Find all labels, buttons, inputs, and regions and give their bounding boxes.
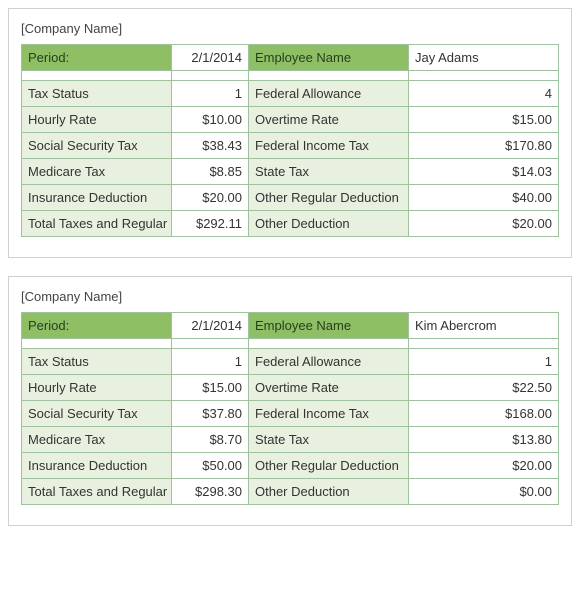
row-label-left: Insurance Deduction xyxy=(22,453,172,479)
table-row: Insurance Deduction$20.00Other Regular D… xyxy=(22,185,559,211)
row-value-left: $38.43 xyxy=(172,133,249,159)
row-label-left: Hourly Rate xyxy=(22,375,172,401)
row-value-left: $8.70 xyxy=(172,427,249,453)
row-value-right: $20.00 xyxy=(409,211,559,237)
table-row: Insurance Deduction$50.00Other Regular D… xyxy=(22,453,559,479)
row-label-right: Other Regular Deduction xyxy=(249,185,409,211)
row-label-left: Insurance Deduction xyxy=(22,185,172,211)
table-row: Medicare Tax$8.85State Tax$14.03 xyxy=(22,159,559,185)
period-value: 2/1/2014 xyxy=(172,45,249,71)
row-label-left: Total Taxes and Regular xyxy=(22,211,172,237)
row-value-right: 4 xyxy=(409,81,559,107)
row-value-right: $0.00 xyxy=(409,479,559,505)
row-label-right: State Tax xyxy=(249,159,409,185)
paystub-card: [Company Name] Period:2/1/2014Employee Na… xyxy=(8,276,572,526)
table-row: Total Taxes and Regular$298.30Other Dedu… xyxy=(22,479,559,505)
header-row: Period:2/1/2014Employee NameKim Abercrom xyxy=(22,313,559,339)
row-label-right: Federal Allowance xyxy=(249,349,409,375)
table-row: Tax Status1Federal Allowance1 xyxy=(22,349,559,375)
row-value-left: 1 xyxy=(172,349,249,375)
row-value-right: $14.03 xyxy=(409,159,559,185)
table-row: Social Security Tax$38.43Federal Income … xyxy=(22,133,559,159)
employee-value: Jay Adams xyxy=(409,45,559,71)
row-label-right: Federal Income Tax xyxy=(249,401,409,427)
row-label-left: Tax Status xyxy=(22,81,172,107)
company-name: [Company Name] xyxy=(21,21,559,36)
row-label-left: Social Security Tax xyxy=(22,133,172,159)
row-label-right: Other Deduction xyxy=(249,211,409,237)
row-value-left: $10.00 xyxy=(172,107,249,133)
row-value-right: 1 xyxy=(409,349,559,375)
table-row: Total Taxes and Regular$292.11Other Dedu… xyxy=(22,211,559,237)
row-label-right: State Tax xyxy=(249,427,409,453)
spacer-row xyxy=(22,339,559,349)
period-label: Period: xyxy=(22,45,172,71)
row-value-right: $40.00 xyxy=(409,185,559,211)
row-label-left: Hourly Rate xyxy=(22,107,172,133)
row-value-right: $170.80 xyxy=(409,133,559,159)
row-label-left: Total Taxes and Regular xyxy=(22,479,172,505)
table-row: Hourly Rate$10.00Overtime Rate$15.00 xyxy=(22,107,559,133)
row-label-left: Medicare Tax xyxy=(22,427,172,453)
row-value-right: $13.80 xyxy=(409,427,559,453)
row-label-right: Overtime Rate xyxy=(249,375,409,401)
employee-label: Employee Name xyxy=(249,313,409,339)
row-value-left: $37.80 xyxy=(172,401,249,427)
row-value-right: $20.00 xyxy=(409,453,559,479)
row-value-left: $292.11 xyxy=(172,211,249,237)
row-label-left: Tax Status xyxy=(22,349,172,375)
row-value-left: $8.85 xyxy=(172,159,249,185)
row-label-left: Medicare Tax xyxy=(22,159,172,185)
company-name: [Company Name] xyxy=(21,289,559,304)
row-value-right: $15.00 xyxy=(409,107,559,133)
row-label-right: Other Regular Deduction xyxy=(249,453,409,479)
row-value-right: $22.50 xyxy=(409,375,559,401)
employee-label: Employee Name xyxy=(249,45,409,71)
row-label-right: Other Deduction xyxy=(249,479,409,505)
employee-value: Kim Abercrom xyxy=(409,313,559,339)
row-value-left: $20.00 xyxy=(172,185,249,211)
spacer-row xyxy=(22,71,559,81)
paystub-table: Period:2/1/2014Employee NameKim Abercrom… xyxy=(21,312,559,505)
row-label-right: Federal Allowance xyxy=(249,81,409,107)
table-row: Tax Status1Federal Allowance4 xyxy=(22,81,559,107)
row-label-left: Social Security Tax xyxy=(22,401,172,427)
table-row: Social Security Tax$37.80Federal Income … xyxy=(22,401,559,427)
row-value-left: $298.30 xyxy=(172,479,249,505)
row-value-left: $50.00 xyxy=(172,453,249,479)
period-label: Period: xyxy=(22,313,172,339)
row-label-right: Overtime Rate xyxy=(249,107,409,133)
header-row: Period:2/1/2014Employee NameJay Adams xyxy=(22,45,559,71)
period-value: 2/1/2014 xyxy=(172,313,249,339)
table-row: Hourly Rate$15.00Overtime Rate$22.50 xyxy=(22,375,559,401)
row-label-right: Federal Income Tax xyxy=(249,133,409,159)
row-value-right: $168.00 xyxy=(409,401,559,427)
row-value-left: 1 xyxy=(172,81,249,107)
row-value-left: $15.00 xyxy=(172,375,249,401)
paystub-table: Period:2/1/2014Employee NameJay Adams Tax… xyxy=(21,44,559,237)
table-row: Medicare Tax$8.70State Tax$13.80 xyxy=(22,427,559,453)
paystub-card: [Company Name] Period:2/1/2014Employee Na… xyxy=(8,8,572,258)
